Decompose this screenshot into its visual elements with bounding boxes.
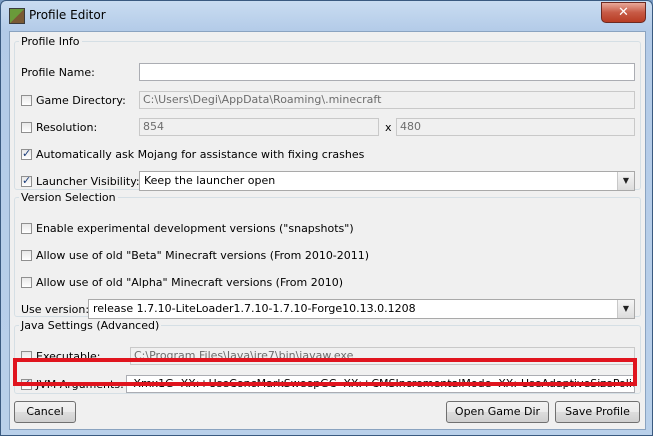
version-selection-legend: Version Selection: [21, 191, 116, 204]
close-button[interactable]: ✕: [601, 2, 646, 23]
use-version-select[interactable]: release 1.7.10-LiteLoader1.7.10-1.7.10-F…: [88, 299, 635, 319]
launcher-visibility-label: Launcher Visibility:: [36, 174, 140, 188]
profile-info-group: Profile Info Profile Name: Game Director…: [14, 35, 641, 191]
alpha-checkbox[interactable]: [21, 276, 32, 288]
chevron-down-icon[interactable]: ▼: [617, 172, 634, 190]
use-version-label: Use version:: [21, 302, 90, 316]
save-profile-button[interactable]: Save Profile: [555, 401, 640, 423]
version-selection-group: Version Selection Enable experimental de…: [14, 191, 641, 319]
launcher-visibility-value: Keep the launcher open: [144, 174, 276, 187]
snapshots-label: Enable experimental development versions…: [36, 221, 354, 235]
beta-label: Allow use of old "Beta" Minecraft versio…: [36, 248, 370, 262]
profile-name-label: Profile Name:: [21, 65, 95, 79]
beta-checkbox[interactable]: [21, 249, 32, 261]
open-game-dir-button[interactable]: Open Game Dir: [446, 401, 549, 423]
profile-name-input[interactable]: [139, 63, 635, 81]
profile-name-row: Profile Name:: [21, 62, 95, 82]
launcher-visibility-select[interactable]: Keep the launcher open ▼: [139, 171, 635, 191]
game-directory-input[interactable]: C:\Users\Degi\AppData\Roaming\.minecraft: [139, 91, 635, 109]
launcher-visibility-checkbox[interactable]: [21, 174, 32, 187]
game-directory-label: Game Directory:: [36, 93, 126, 107]
resolution-width-input[interactable]: 854: [139, 118, 379, 136]
resolution-height-input[interactable]: 480: [396, 118, 635, 136]
use-version-value: release 1.7.10-LiteLoader1.7.10-1.7.10-F…: [93, 302, 416, 315]
java-settings-legend: Java Settings (Advanced): [21, 319, 160, 332]
profile-editor-window: Profile Editor ✕ Profile Info Profile Na…: [0, 0, 653, 436]
resolution-label: Resolution:: [36, 120, 98, 134]
resolution-x-label: x: [385, 121, 392, 134]
alpha-label: Allow use of old "Alpha" Minecraft versi…: [36, 275, 344, 289]
alpha-row: Allow use of old "Alpha" Minecraft versi…: [21, 272, 343, 292]
auto-ask-label: Automatically ask Mojang for assistance …: [36, 147, 365, 161]
title-bar[interactable]: Profile Editor ✕: [1, 1, 652, 31]
cancel-button[interactable]: Cancel: [14, 401, 76, 423]
profile-info-legend: Profile Info: [21, 35, 80, 48]
launcher-visibility-row: Launcher Visibility:: [21, 171, 140, 191]
beta-row: Allow use of old "Beta" Minecraft versio…: [21, 245, 369, 265]
snapshots-checkbox[interactable]: [21, 222, 32, 234]
game-directory-checkbox[interactable]: [21, 94, 32, 106]
minecraft-grass-block-icon: [9, 8, 25, 24]
resolution-checkbox[interactable]: [21, 121, 32, 133]
resolution-row: Resolution:: [21, 117, 97, 137]
auto-ask-checkbox[interactable]: [21, 147, 32, 160]
auto-ask-row: Automatically ask Mojang for assistance …: [21, 144, 364, 164]
use-version-row: Use version:: [21, 299, 89, 319]
chevron-down-icon[interactable]: ▼: [617, 300, 634, 318]
jvm-arguments-highlight-box: [13, 358, 637, 386]
game-directory-row: Game Directory:: [21, 90, 126, 110]
window-title: Profile Editor: [29, 8, 106, 22]
snapshots-row: Enable experimental development versions…: [21, 218, 354, 238]
